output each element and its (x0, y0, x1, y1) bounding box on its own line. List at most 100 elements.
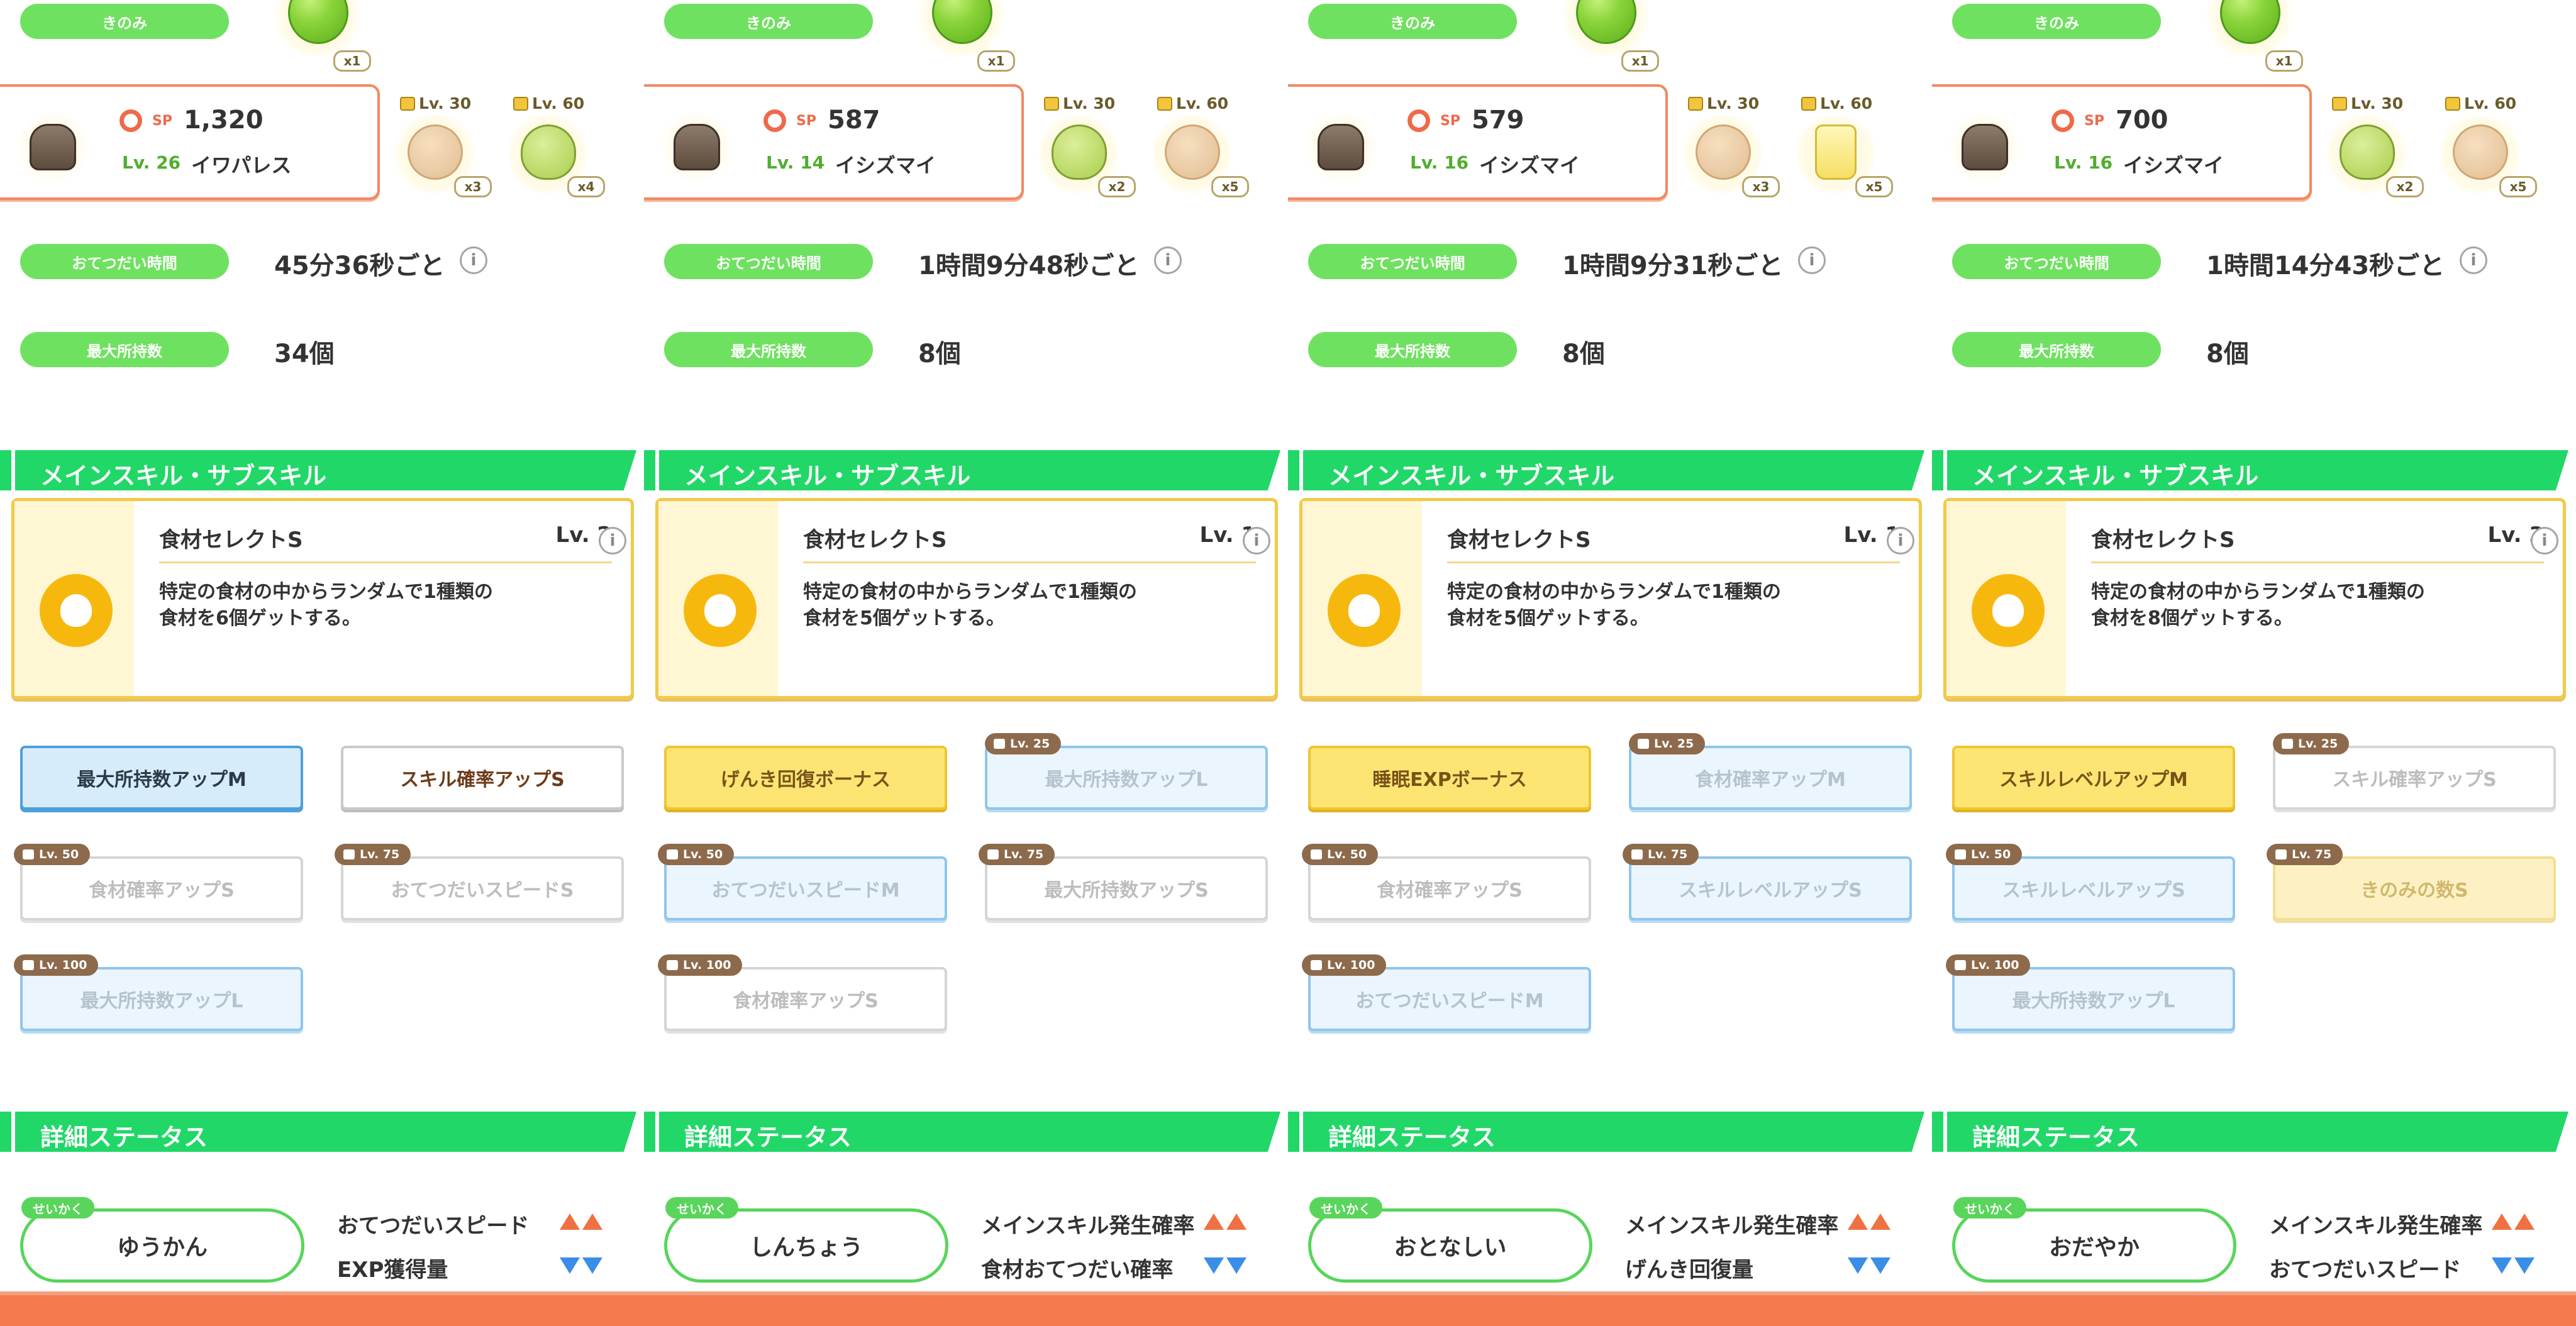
sub-skill[interactable]: 最大所持数アップS (985, 856, 1268, 920)
main-skill-description: 特定の食材の中からランダムで1種類の 食材を6個ゲットする。 (159, 579, 599, 632)
sub-skill[interactable]: 最大所持数アップL (985, 746, 1268, 810)
sub-skill-lock-badge: Lv. 100 (658, 954, 743, 976)
oil-bottle-icon (1815, 124, 1857, 180)
sub-skill[interactable]: おてつだいスピードS (341, 856, 624, 920)
main-skill-card[interactable]: 食材セレクトS Lv. 3 特定の食材の中からランダムで1種類の 食材を8個ゲッ… (1943, 498, 2566, 699)
info-icon[interactable]: i (1243, 527, 1270, 555)
info-icon[interactable]: i (599, 527, 626, 555)
lock-icon (2282, 739, 2293, 749)
main-skill-name: 食材セレクトS (803, 528, 947, 553)
ingredient-slot[interactable]: x2 (2326, 113, 2424, 197)
main-skill-card[interactable]: 食材セレクトS Lv. 1 特定の食材の中からランダムで1種類の 食材を5個ゲッ… (1299, 498, 1922, 699)
main-skill-card[interactable]: 食材セレクトS Lv. 2 特定の食材の中からランダムで1種類の 食材を6個ゲッ… (11, 498, 634, 699)
sub-skill[interactable]: 食材確率アップS (1308, 856, 1591, 920)
sub-skill[interactable]: 睡眠EXPボーナス (1308, 746, 1591, 810)
ingredient-slot[interactable]: x5 (2439, 113, 2537, 197)
sub-skill-lock-badge: Lv. 75 (979, 844, 1055, 865)
ingredient-slot[interactable]: x4 (507, 113, 605, 197)
pokemon-level: Lv. 16 (1410, 152, 1469, 173)
pokemon-sprite (674, 124, 720, 170)
pokemon-card[interactable]: SP 587 Lv. 14 イシズマイ (644, 84, 1024, 200)
down-arrow-icon (1226, 1257, 1246, 1274)
sub-skill[interactable]: 食材確率アップM (1629, 746, 1912, 810)
ingredient-slot[interactable]: x2 (1038, 113, 1136, 197)
sub-skill[interactable]: げんき回復ボーナス (664, 746, 947, 810)
sub-skill[interactable]: スキルレベルアップS (1952, 856, 2235, 920)
sp-value: 579 (1472, 106, 1524, 135)
nature-tag: せいかく (665, 1197, 738, 1218)
sub-skill[interactable]: スキルレベルアップM (1952, 746, 2235, 810)
apple-icon (1992, 594, 2024, 627)
sub-skill-lock-badge: Lv. 100 (1302, 954, 1387, 976)
info-icon[interactable]: i (2531, 527, 2558, 555)
sub-skill[interactable]: 最大所持数アップL (20, 967, 303, 1031)
info-icon[interactable]: i (1887, 527, 1914, 555)
lock-icon (1688, 96, 1703, 111)
max-inventory-pill: 最大所持数 (1952, 332, 2161, 367)
pokemon-card[interactable]: SP 700 Lv. 16 イシズマイ (1932, 84, 2312, 200)
main-skill-description: 特定の食材の中からランダムで1種類の 食材を5個ゲットする。 (1447, 579, 1887, 632)
divider (2091, 561, 2544, 563)
comparison-columns: きのみ x1 SP 1,320 Lv. 26 イワパレス Lv. 30 x3 L… (0, 0, 2576, 1291)
sub-skill[interactable]: 食材確率アップS (664, 967, 947, 1031)
sub-skill[interactable]: スキル確率アップS (2273, 746, 2556, 810)
pokemon-column: きのみ x1 SP 579 Lv. 16 イシズマイ Lv. 30 x3 Lv.… (1288, 0, 1932, 1291)
sub-skill[interactable]: おてつだいスピードM (664, 856, 947, 920)
skills-section-header: メインスキル・サブスキル (644, 450, 1280, 490)
main-skill-card[interactable]: 食材セレクトS Lv. 1 特定の食材の中からランダムで1種類の 食材を5個ゲッ… (655, 498, 1278, 699)
berry-qty: x1 (333, 50, 371, 72)
apple-icon (60, 594, 92, 627)
sub-skill[interactable]: きのみの数S (2273, 856, 2556, 920)
pokemon-sprite (30, 124, 76, 170)
sub-skill[interactable]: 食材確率アップS (20, 856, 303, 920)
sp-icon (2051, 109, 2074, 132)
sub-skill[interactable]: 最大所持数アップL (1952, 967, 2235, 1031)
ingredient-slot[interactable]: x3 (1682, 113, 1780, 197)
sub-skill-lock-badge: Lv. 50 (14, 844, 91, 865)
pokemon-name: イワパレス (191, 153, 292, 177)
max-inventory-pill: 最大所持数 (664, 332, 873, 367)
pokemon-card[interactable]: SP 579 Lv. 16 イシズマイ (1288, 84, 1668, 200)
pokemon-icon (1303, 109, 1379, 185)
ingredient-slot[interactable]: x5 (1151, 113, 1249, 197)
info-icon[interactable]: i (1154, 246, 1182, 274)
nature-box[interactable]: ゆうかん (20, 1208, 304, 1283)
ingredient-qty: x3 (1742, 176, 1780, 197)
main-skill-desc-line2: 食材を6個ゲットする。 (159, 607, 361, 629)
main-skill-desc-line2: 食材を5個ゲットする。 (1447, 607, 1649, 629)
sub-skill-lock-level: Lv. 50 (1327, 848, 1367, 861)
info-icon[interactable]: i (2460, 246, 2487, 274)
lock-icon (23, 849, 34, 859)
pokemon-card[interactable]: SP 1,320 Lv. 26 イワパレス (0, 84, 380, 200)
detail-section-header: 詳細ステータス (0, 1112, 636, 1152)
sub-skill[interactable]: スキルレベルアップS (1629, 856, 1912, 920)
sub-skill-lock-level: Lv. 100 (1327, 958, 1375, 972)
apple-icon (704, 594, 736, 627)
main-skill-description: 特定の食材の中からランダムで1種類の 食材を5個ゲットする。 (803, 579, 1243, 632)
ingredient-skill-icon (40, 574, 113, 647)
sub-skill-lock-badge: Lv. 50 (658, 844, 735, 865)
detail-section-title: 詳細ステータス (1972, 1124, 2140, 1151)
info-icon[interactable]: i (1798, 246, 1826, 274)
ingredient-slot[interactable]: x5 (1795, 113, 1893, 197)
down-arrow-icon (560, 1257, 580, 1274)
ingredient-qty: x2 (2386, 176, 2424, 197)
nature-up-arrows (1204, 1213, 1246, 1230)
nature-up-arrows (560, 1213, 602, 1230)
sub-skill[interactable]: おてつだいスピードM (1308, 967, 1591, 1031)
nature-tag: せいかく (21, 1197, 94, 1218)
info-icon[interactable]: i (460, 246, 487, 274)
skills-section-title: メインスキル・サブスキル (40, 462, 327, 490)
help-time-value: 45分36秒ごと (274, 251, 445, 280)
down-arrow-icon (2514, 1257, 2534, 1274)
lock-icon (2445, 96, 2460, 111)
nature-box[interactable]: おだやか (1952, 1208, 2236, 1283)
nature-box[interactable]: おとなしい (1308, 1208, 1592, 1283)
sub-skill[interactable]: 最大所持数アップM (20, 746, 303, 810)
sub-skill-lock-level: Lv. 75 (360, 848, 400, 861)
sub-skill[interactable]: スキル確率アップS (341, 746, 624, 810)
ingredient-lock: Lv. 30 (1688, 94, 1759, 113)
apple-icon (1348, 594, 1380, 627)
nature-box[interactable]: しんちょう (664, 1208, 948, 1283)
ingredient-slot[interactable]: x3 (394, 113, 492, 197)
